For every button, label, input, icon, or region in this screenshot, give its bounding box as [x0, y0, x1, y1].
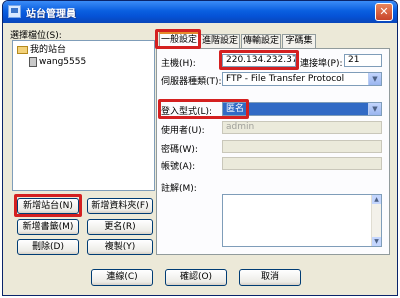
- tree-item-label: wang5555: [39, 57, 87, 67]
- tab-general[interactable]: 一般設定: [159, 32, 199, 49]
- login-type-value: 匿名: [226, 104, 245, 114]
- server-type-value: FTP - File Transfer Protocol: [226, 74, 345, 84]
- server-type-label: 伺服器種類(T):: [161, 77, 222, 87]
- chevron-down-icon[interactable]: ▼: [368, 103, 381, 115]
- site-manager-window: 站台管理員 ✕ 選擇檔位(S): 我的站台 wang5555 新增站台(N) 新…: [2, 0, 398, 296]
- server-icon: [29, 56, 37, 67]
- window-title: 站台管理員: [26, 9, 76, 20]
- close-icon[interactable]: ✕: [375, 3, 393, 21]
- rename-button[interactable]: 更名(R): [87, 219, 153, 235]
- user-input[interactable]: admin: [222, 121, 382, 134]
- login-type-select[interactable]: 匿名 ▼: [222, 102, 382, 116]
- cancel-button[interactable]: 取消: [239, 269, 301, 286]
- title-bar: 站台管理員 ✕: [3, 1, 397, 23]
- password-label: 密碼(W):: [161, 145, 198, 155]
- host-label: 主機(H):: [161, 59, 196, 69]
- login-type-label: 登入型式(L):: [161, 107, 213, 117]
- tab-transfer[interactable]: 傳輸設定: [241, 34, 281, 48]
- comment-textarea[interactable]: ▲ ▼: [222, 194, 382, 247]
- copy-button[interactable]: 複製(Y): [87, 239, 153, 255]
- account-label: 帳號(A):: [161, 162, 196, 172]
- chevron-down-icon[interactable]: ▼: [368, 73, 381, 85]
- scroll-down-icon[interactable]: ▼: [372, 237, 381, 246]
- tab-charset[interactable]: 字碼集: [282, 34, 316, 48]
- scrollbar[interactable]: ▲ ▼: [371, 195, 381, 246]
- server-type-select[interactable]: FTP - File Transfer Protocol ▼: [222, 72, 382, 86]
- delete-button[interactable]: 刪除(D): [17, 239, 79, 255]
- ok-button[interactable]: 確認(O): [165, 269, 227, 286]
- site-tree[interactable]: 我的站台 wang5555: [12, 40, 155, 191]
- scroll-up-icon[interactable]: ▲: [372, 195, 381, 204]
- new-bookmark-button[interactable]: 新增書籤(M): [17, 219, 79, 235]
- port-label: 連接埠(P):: [300, 59, 343, 69]
- tab-advanced[interactable]: 進階設定: [200, 34, 240, 48]
- comment-label: 註解(M):: [161, 184, 197, 194]
- account-input[interactable]: [222, 157, 382, 170]
- connect-button[interactable]: 連線(C): [91, 269, 153, 286]
- password-input[interactable]: [222, 140, 382, 153]
- folder-icon: [17, 45, 28, 54]
- new-site-button[interactable]: 新增站台(N): [17, 198, 79, 214]
- tree-item-site[interactable]: wang5555: [29, 56, 86, 68]
- host-input[interactable]: 220.134.232.37: [222, 54, 296, 67]
- tree-item-label: 我的站台: [30, 45, 67, 55]
- tree-item-my-sites[interactable]: 我的站台: [17, 44, 66, 56]
- app-icon: [8, 5, 21, 18]
- user-label: 使用者(U):: [161, 126, 205, 136]
- port-input[interactable]: 21: [344, 54, 382, 67]
- new-folder-button[interactable]: 新增資料夾(F): [87, 198, 153, 214]
